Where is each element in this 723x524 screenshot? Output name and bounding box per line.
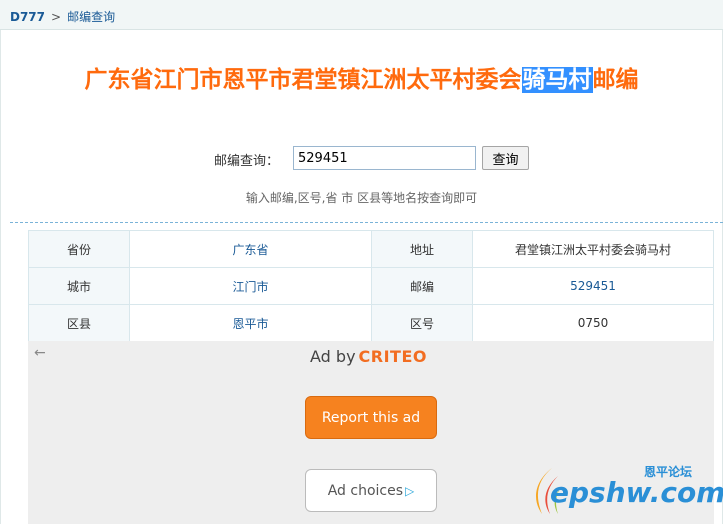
postcode-label: 邮编 [371, 267, 473, 305]
ad-by-label: Ad by CRITEO [310, 347, 427, 366]
area-code-label: 区号 [371, 304, 473, 342]
district-cell: 恩平市 [129, 304, 372, 342]
province-label: 省份 [28, 230, 130, 268]
address-label: 地址 [371, 230, 473, 268]
title-prefix: 广东省江门市恩平市君堂镇江洲太平村委会 [84, 67, 522, 93]
city-link[interactable]: 江门市 [232, 280, 268, 294]
breadcrumb-current[interactable]: 邮编查询 [67, 10, 115, 24]
watermark-cn-text: 恩平论坛 [644, 465, 693, 479]
title-selected-text: 骑马村 [521, 67, 593, 93]
ad-choices-icon: ▷ [405, 483, 415, 498]
breadcrumb-home-link[interactable]: D777 [10, 10, 45, 24]
ad-choices-button[interactable]: Ad choices ▷ [305, 469, 437, 512]
top-bar: D777 > 邮编查询 [0, 0, 723, 30]
breadcrumb-separator: > [51, 10, 62, 24]
search-button[interactable]: 查询 [482, 146, 529, 170]
province-link[interactable]: 广东省 [232, 243, 268, 257]
postcode-link[interactable]: 529451 [570, 279, 616, 293]
criteo-logo: CRITEO [358, 347, 427, 366]
breadcrumb: D777 > 邮编查询 [10, 8, 115, 25]
area-code-value: 0750 [472, 304, 714, 342]
search-input[interactable] [293, 146, 476, 170]
city-label: 城市 [28, 267, 130, 305]
divider [10, 222, 723, 223]
back-arrow-icon[interactable]: ← [34, 345, 46, 361]
report-ad-button[interactable]: Report this ad [305, 396, 437, 439]
watermark-text: epshw.com [550, 476, 723, 509]
table-row: 省份 广东省 地址 君堂镇江洲太平村委会骑马村 [28, 230, 714, 268]
table-row: 区县 恩平市 区号 0750 [28, 304, 714, 342]
site-watermark: epshw.com 恩平论坛 [528, 460, 723, 520]
city-cell: 江门市 [129, 267, 372, 305]
district-link[interactable]: 恩平市 [232, 317, 268, 331]
page-title: 广东省江门市恩平市君堂镇江洲太平村委会骑马村邮编 [0, 60, 723, 94]
address-value: 君堂镇江洲太平村委会骑马村 [472, 230, 714, 268]
search-hint: 输入邮编,区号,省 市 区县等地名按查询即可 [245, 191, 478, 205]
title-suffix: 邮编 [592, 67, 639, 93]
table-row: 城市 江门市 邮编 529451 [28, 267, 714, 305]
postcode-info-table: 省份 广东省 地址 君堂镇江洲太平村委会骑马村 城市 江门市 邮编 529451… [28, 230, 714, 342]
district-label: 区县 [28, 304, 130, 342]
search-label: 邮编查询： [214, 154, 280, 169]
ad-by-text: Ad by [310, 347, 356, 366]
ad-choices-label: Ad choices [327, 482, 404, 499]
postcode-cell: 529451 [472, 267, 714, 305]
province-cell: 广东省 [129, 230, 372, 268]
